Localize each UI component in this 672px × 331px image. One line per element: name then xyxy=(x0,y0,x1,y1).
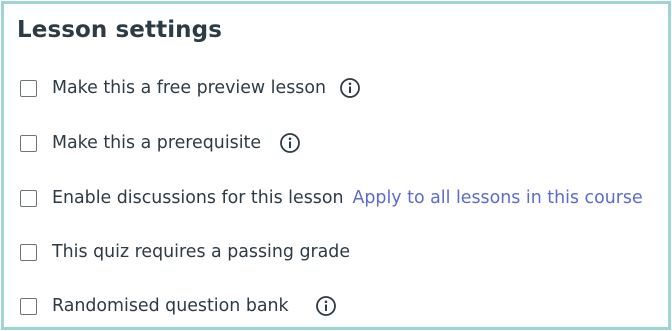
setting-row-discussions: Enable discussions for this lesson Apply… xyxy=(20,185,643,211)
prerequisite-label[interactable]: Make this a prerequisite xyxy=(52,133,261,153)
passing-grade-checkbox[interactable] xyxy=(20,243,37,261)
discussions-checkbox[interactable] xyxy=(20,189,37,207)
panel-title: Lesson settings xyxy=(17,17,223,43)
free-preview-checkbox[interactable] xyxy=(20,79,37,97)
setting-row-free-preview: Make this a free preview lesson xyxy=(20,75,361,101)
info-circle-icon[interactable] xyxy=(279,132,301,154)
info-circle-icon[interactable] xyxy=(339,77,361,99)
randomised-bank-checkbox[interactable] xyxy=(20,297,37,315)
prerequisite-checkbox[interactable] xyxy=(20,134,37,152)
info-circle-icon[interactable] xyxy=(315,295,337,317)
passing-grade-label[interactable]: This quiz requires a passing grade xyxy=(52,242,350,262)
setting-row-randomised-bank: Randomised question bank xyxy=(20,293,337,319)
free-preview-label[interactable]: Make this a free preview lesson xyxy=(52,78,326,98)
lesson-settings-panel: Lesson settings Make this a free preview… xyxy=(1,1,671,330)
randomised-bank-label[interactable]: Randomised question bank xyxy=(52,296,289,316)
discussions-label[interactable]: Enable discussions for this lesson xyxy=(52,188,344,208)
setting-row-prerequisite: Make this a prerequisite xyxy=(20,130,301,156)
apply-to-all-lessons-link[interactable]: Apply to all lessons in this course xyxy=(353,188,643,208)
setting-row-passing-grade: This quiz requires a passing grade xyxy=(20,239,350,265)
